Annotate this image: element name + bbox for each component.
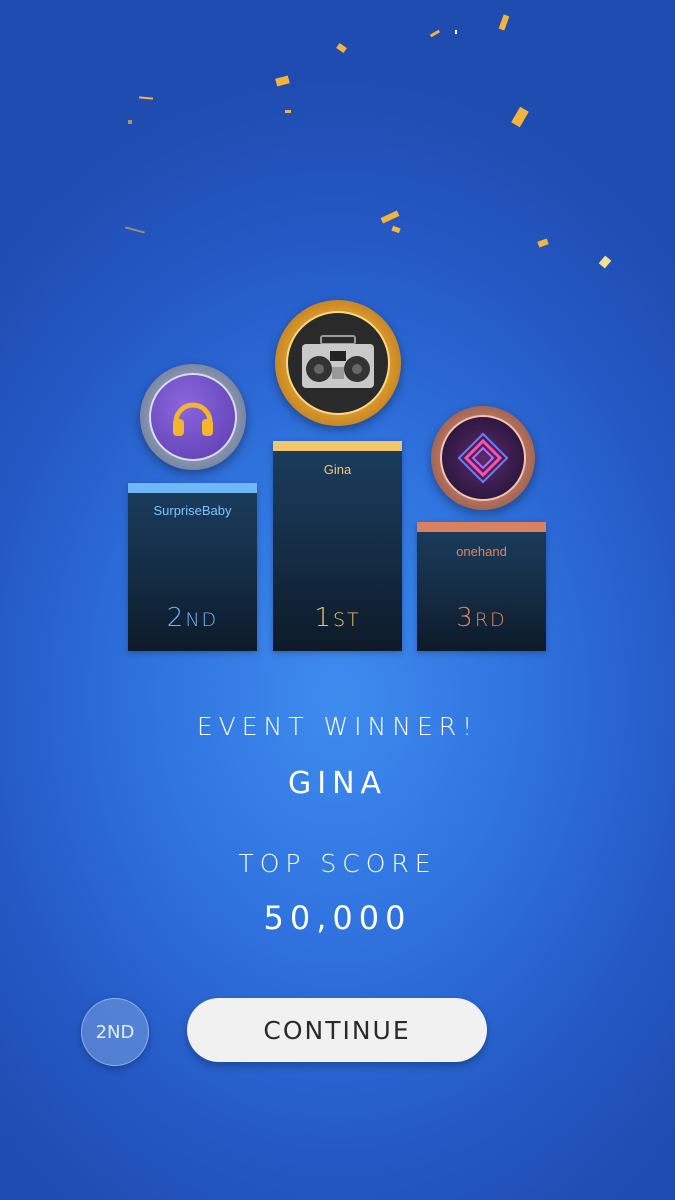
top-score-value: 50,000 (263, 899, 412, 937)
rank-number: 3 (456, 603, 475, 633)
first-place-name: Gina (323, 462, 352, 477)
third-place-name: onehand (456, 544, 507, 559)
rank-suffix: RD (474, 609, 507, 631)
third-place-medal (431, 406, 535, 510)
neon-diamond-icon (457, 432, 509, 484)
podium-third-cap (417, 522, 546, 532)
third-place-rank: 3RD (417, 603, 546, 633)
rank-number: 2 (166, 603, 186, 633)
headphones-icon (173, 402, 213, 436)
podium-second: SurpriseBaby 2ND (128, 483, 257, 651)
second-place-rank: 2ND (128, 603, 257, 633)
placement-button[interactable]: 2ND (81, 998, 149, 1066)
continue-button[interactable]: CONTINUE (187, 998, 487, 1062)
second-place-medal (140, 364, 246, 470)
podium-third: onehand 3RD (417, 522, 546, 651)
second-place-name: SurpriseBaby (153, 503, 232, 518)
rank-suffix: ND (185, 609, 219, 631)
rank-suffix: ST (332, 609, 361, 631)
first-place-rank: 1ST (273, 603, 402, 633)
event-winner-label: EVENT WINNER! (196, 712, 479, 741)
boombox-icon (302, 335, 374, 388)
podium-first: Gina 1ST (273, 441, 402, 651)
top-score-label: TOP SCORE (238, 849, 437, 878)
podium-first-cap (273, 441, 402, 451)
podium-second-cap (128, 483, 257, 493)
first-place-medal (275, 300, 401, 426)
winner-name: GINA (287, 766, 388, 801)
rank-number: 1 (314, 603, 333, 633)
